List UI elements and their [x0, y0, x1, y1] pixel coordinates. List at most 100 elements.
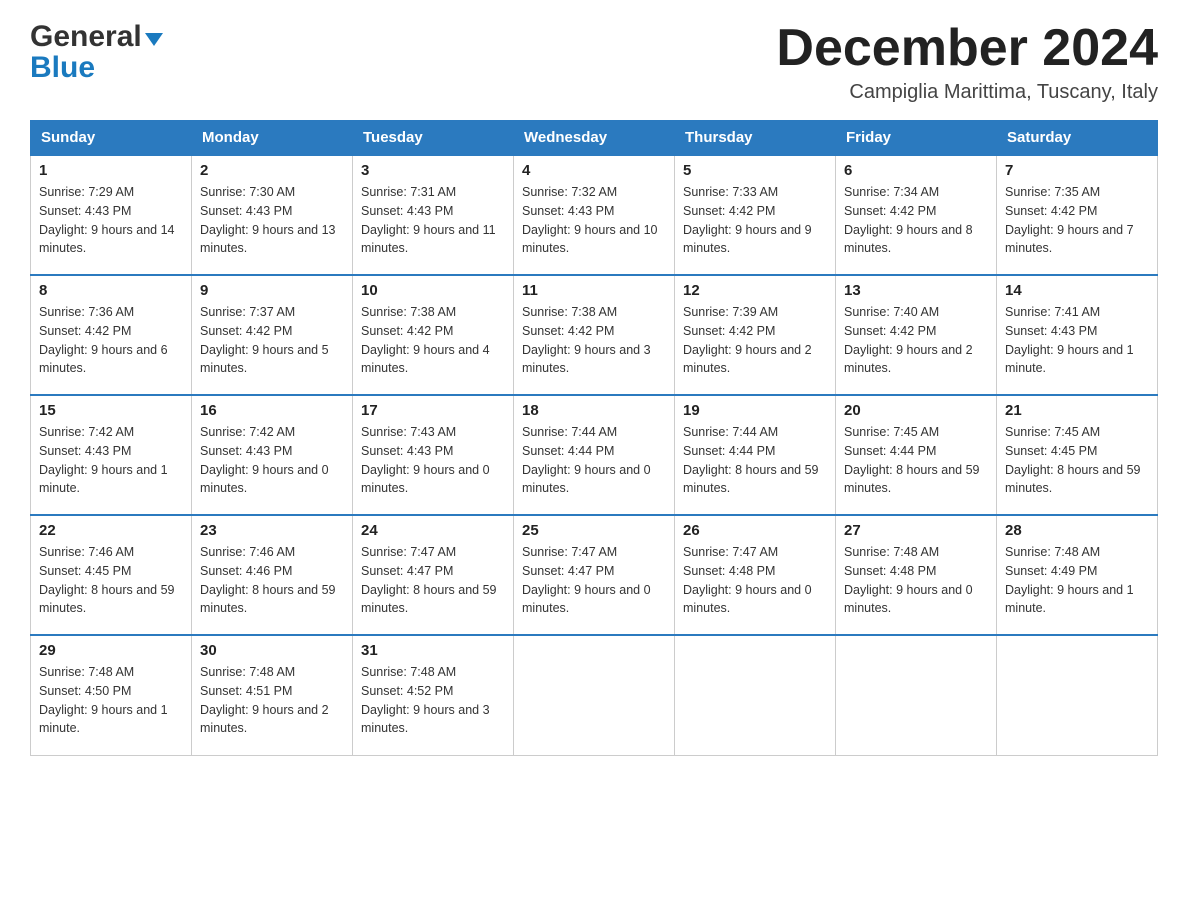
- day-info: Sunrise: 7:40 AMSunset: 4:42 PMDaylight:…: [844, 305, 973, 375]
- day-number: 6: [844, 162, 988, 179]
- calendar-cell: [514, 635, 675, 755]
- logo: General Blue: [30, 20, 163, 85]
- day-info: Sunrise: 7:44 AMSunset: 4:44 PMDaylight:…: [522, 425, 651, 495]
- day-number: 22: [39, 522, 183, 539]
- col-header-monday: Monday: [192, 121, 353, 156]
- day-info: Sunrise: 7:48 AMSunset: 4:51 PMDaylight:…: [200, 665, 329, 735]
- day-number: 9: [200, 282, 344, 299]
- calendar-cell: [675, 635, 836, 755]
- day-info: Sunrise: 7:32 AMSunset: 4:43 PMDaylight:…: [522, 185, 658, 255]
- calendar-header: SundayMondayTuesdayWednesdayThursdayFrid…: [31, 121, 1158, 156]
- logo-blue-text: Blue: [30, 51, 95, 85]
- calendar-cell: 25 Sunrise: 7:47 AMSunset: 4:47 PMDaylig…: [514, 515, 675, 635]
- day-number: 19: [683, 402, 827, 419]
- calendar-cell: 28 Sunrise: 7:48 AMSunset: 4:49 PMDaylig…: [997, 515, 1158, 635]
- day-info: Sunrise: 7:47 AMSunset: 4:47 PMDaylight:…: [522, 545, 651, 615]
- day-number: 1: [39, 162, 183, 179]
- calendar-cell: 9 Sunrise: 7:37 AMSunset: 4:42 PMDayligh…: [192, 275, 353, 395]
- day-info: Sunrise: 7:48 AMSunset: 4:49 PMDaylight:…: [1005, 545, 1134, 615]
- calendar-body: 1 Sunrise: 7:29 AMSunset: 4:43 PMDayligh…: [31, 155, 1158, 755]
- calendar-week-3: 15 Sunrise: 7:42 AMSunset: 4:43 PMDaylig…: [31, 395, 1158, 515]
- day-number: 7: [1005, 162, 1149, 179]
- day-number: 10: [361, 282, 505, 299]
- calendar-cell: 14 Sunrise: 7:41 AMSunset: 4:43 PMDaylig…: [997, 275, 1158, 395]
- day-info: Sunrise: 7:41 AMSunset: 4:43 PMDaylight:…: [1005, 305, 1134, 375]
- day-number: 29: [39, 642, 183, 659]
- calendar-cell: 16 Sunrise: 7:42 AMSunset: 4:43 PMDaylig…: [192, 395, 353, 515]
- day-number: 5: [683, 162, 827, 179]
- col-header-sunday: Sunday: [31, 121, 192, 156]
- calendar-week-4: 22 Sunrise: 7:46 AMSunset: 4:45 PMDaylig…: [31, 515, 1158, 635]
- col-header-wednesday: Wednesday: [514, 121, 675, 156]
- calendar-cell: 8 Sunrise: 7:36 AMSunset: 4:42 PMDayligh…: [31, 275, 192, 395]
- day-info: Sunrise: 7:48 AMSunset: 4:50 PMDaylight:…: [39, 665, 168, 735]
- calendar-cell: 27 Sunrise: 7:48 AMSunset: 4:48 PMDaylig…: [836, 515, 997, 635]
- day-info: Sunrise: 7:39 AMSunset: 4:42 PMDaylight:…: [683, 305, 812, 375]
- day-info: Sunrise: 7:48 AMSunset: 4:48 PMDaylight:…: [844, 545, 973, 615]
- day-number: 13: [844, 282, 988, 299]
- calendar-cell: 26 Sunrise: 7:47 AMSunset: 4:48 PMDaylig…: [675, 515, 836, 635]
- calendar-cell: 2 Sunrise: 7:30 AMSunset: 4:43 PMDayligh…: [192, 155, 353, 275]
- day-info: Sunrise: 7:35 AMSunset: 4:42 PMDaylight:…: [1005, 185, 1134, 255]
- day-number: 15: [39, 402, 183, 419]
- calendar-cell: 1 Sunrise: 7:29 AMSunset: 4:43 PMDayligh…: [31, 155, 192, 275]
- day-info: Sunrise: 7:46 AMSunset: 4:45 PMDaylight:…: [39, 545, 175, 615]
- day-number: 17: [361, 402, 505, 419]
- day-info: Sunrise: 7:30 AMSunset: 4:43 PMDaylight:…: [200, 185, 336, 255]
- day-info: Sunrise: 7:29 AMSunset: 4:43 PMDaylight:…: [39, 185, 175, 255]
- day-number: 14: [1005, 282, 1149, 299]
- calendar-cell: 29 Sunrise: 7:48 AMSunset: 4:50 PMDaylig…: [31, 635, 192, 755]
- day-number: 4: [522, 162, 666, 179]
- col-header-tuesday: Tuesday: [353, 121, 514, 156]
- logo-general-text: General: [30, 20, 142, 54]
- day-info: Sunrise: 7:45 AMSunset: 4:45 PMDaylight:…: [1005, 425, 1141, 495]
- day-info: Sunrise: 7:48 AMSunset: 4:52 PMDaylight:…: [361, 665, 490, 735]
- calendar-cell: 15 Sunrise: 7:42 AMSunset: 4:43 PMDaylig…: [31, 395, 192, 515]
- day-number: 27: [844, 522, 988, 539]
- logo-triangle-icon: [145, 33, 163, 46]
- day-info: Sunrise: 7:31 AMSunset: 4:43 PMDaylight:…: [361, 185, 496, 255]
- day-number: 30: [200, 642, 344, 659]
- calendar-week-1: 1 Sunrise: 7:29 AMSunset: 4:43 PMDayligh…: [31, 155, 1158, 275]
- day-info: Sunrise: 7:33 AMSunset: 4:42 PMDaylight:…: [683, 185, 812, 255]
- calendar-cell: 6 Sunrise: 7:34 AMSunset: 4:42 PMDayligh…: [836, 155, 997, 275]
- day-number: 26: [683, 522, 827, 539]
- day-info: Sunrise: 7:34 AMSunset: 4:42 PMDaylight:…: [844, 185, 973, 255]
- day-number: 3: [361, 162, 505, 179]
- calendar-cell: 17 Sunrise: 7:43 AMSunset: 4:43 PMDaylig…: [353, 395, 514, 515]
- calendar-cell: 24 Sunrise: 7:47 AMSunset: 4:47 PMDaylig…: [353, 515, 514, 635]
- header-row: SundayMondayTuesdayWednesdayThursdayFrid…: [31, 121, 1158, 156]
- calendar-cell: 18 Sunrise: 7:44 AMSunset: 4:44 PMDaylig…: [514, 395, 675, 515]
- day-number: 20: [844, 402, 988, 419]
- calendar-cell: 7 Sunrise: 7:35 AMSunset: 4:42 PMDayligh…: [997, 155, 1158, 275]
- day-info: Sunrise: 7:46 AMSunset: 4:46 PMDaylight:…: [200, 545, 336, 615]
- day-info: Sunrise: 7:42 AMSunset: 4:43 PMDaylight:…: [200, 425, 329, 495]
- day-number: 24: [361, 522, 505, 539]
- calendar-cell: 31 Sunrise: 7:48 AMSunset: 4:52 PMDaylig…: [353, 635, 514, 755]
- day-number: 31: [361, 642, 505, 659]
- day-info: Sunrise: 7:44 AMSunset: 4:44 PMDaylight:…: [683, 425, 819, 495]
- day-number: 23: [200, 522, 344, 539]
- col-header-friday: Friday: [836, 121, 997, 156]
- calendar-week-5: 29 Sunrise: 7:48 AMSunset: 4:50 PMDaylig…: [31, 635, 1158, 755]
- day-number: 12: [683, 282, 827, 299]
- calendar-cell: [836, 635, 997, 755]
- calendar-cell: 13 Sunrise: 7:40 AMSunset: 4:42 PMDaylig…: [836, 275, 997, 395]
- day-info: Sunrise: 7:38 AMSunset: 4:42 PMDaylight:…: [522, 305, 651, 375]
- day-number: 16: [200, 402, 344, 419]
- location-subtitle: Campiglia Marittima, Tuscany, Italy: [776, 81, 1158, 104]
- calendar-cell: 12 Sunrise: 7:39 AMSunset: 4:42 PMDaylig…: [675, 275, 836, 395]
- calendar-table: SundayMondayTuesdayWednesdayThursdayFrid…: [30, 120, 1158, 756]
- col-header-saturday: Saturday: [997, 121, 1158, 156]
- page-header: General Blue December 2024 Campiglia Mar…: [30, 20, 1158, 104]
- calendar-cell: 4 Sunrise: 7:32 AMSunset: 4:43 PMDayligh…: [514, 155, 675, 275]
- day-info: Sunrise: 7:43 AMSunset: 4:43 PMDaylight:…: [361, 425, 490, 495]
- day-info: Sunrise: 7:47 AMSunset: 4:48 PMDaylight:…: [683, 545, 812, 615]
- calendar-cell: 19 Sunrise: 7:44 AMSunset: 4:44 PMDaylig…: [675, 395, 836, 515]
- title-block: December 2024 Campiglia Marittima, Tusca…: [776, 20, 1158, 104]
- calendar-cell: 23 Sunrise: 7:46 AMSunset: 4:46 PMDaylig…: [192, 515, 353, 635]
- calendar-cell: 11 Sunrise: 7:38 AMSunset: 4:42 PMDaylig…: [514, 275, 675, 395]
- calendar-cell: 30 Sunrise: 7:48 AMSunset: 4:51 PMDaylig…: [192, 635, 353, 755]
- day-info: Sunrise: 7:42 AMSunset: 4:43 PMDaylight:…: [39, 425, 168, 495]
- day-info: Sunrise: 7:38 AMSunset: 4:42 PMDaylight:…: [361, 305, 490, 375]
